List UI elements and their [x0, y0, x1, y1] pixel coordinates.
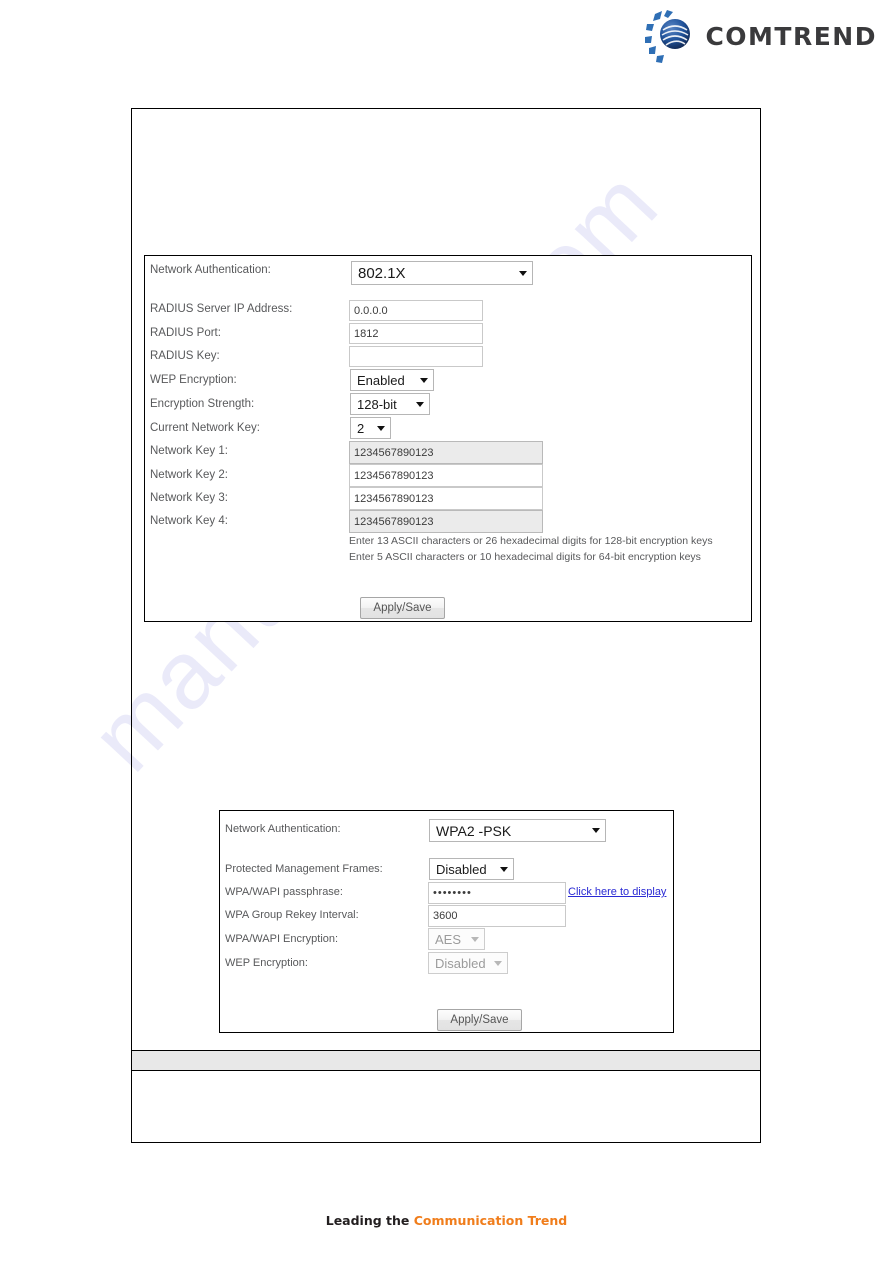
wpa2-wep-encryption-value: Disabled	[435, 955, 486, 971]
wep-encryption-row: WEP Encryption:	[150, 374, 237, 386]
apply-save-label: Apply/Save	[373, 602, 432, 614]
wpa-group-rekey-interval-input[interactable]: 3600	[428, 905, 566, 927]
network-key-2-label: Network Key 2:	[150, 469, 228, 481]
radius-server-ip-input[interactable]: 0.0.0.0	[349, 300, 483, 321]
chevron-down-icon	[494, 960, 502, 966]
wpa2-network-authentication-value: WPA2 -PSK	[436, 822, 512, 839]
protected-management-frames-value: Disabled	[436, 861, 487, 877]
wpa2-wep-encryption-row: WEP Encryption:	[225, 957, 308, 969]
network-key-4-label: Network Key 4:	[150, 515, 228, 527]
wpa-wapi-passphrase-value: ••••••••	[433, 887, 472, 899]
footer-lead-text: Leading the	[325, 1213, 414, 1228]
radius-key-row: RADIUS Key:	[150, 350, 220, 362]
network-key-4-value: 1234567890123	[354, 515, 434, 528]
network-key-3-value: 1234567890123	[354, 492, 434, 505]
chevron-down-icon	[416, 401, 424, 407]
radius-server-ip-label: RADIUS Server IP Address:	[150, 303, 293, 315]
network-authentication-select[interactable]: 802.1X	[351, 261, 533, 285]
encryption-hint-128bit: Enter 13 ASCII characters or 26 hexadeci…	[349, 535, 713, 547]
protected-management-frames-row: Protected Management Frames:	[225, 863, 383, 875]
chevron-down-icon	[519, 270, 527, 276]
network-authentication-value: 802.1X	[358, 264, 406, 282]
network-key-3-label: Network Key 3:	[150, 492, 228, 504]
comtrend-wordmark: COMTREND	[705, 21, 877, 51]
network-key-1-value: 1234567890123	[354, 446, 434, 459]
manual-page: manualshive.com	[0, 0, 893, 1263]
current-network-key-label: Current Network Key:	[150, 422, 260, 434]
network-key-3-input[interactable]: 1234567890123	[349, 487, 543, 510]
network-authentication-802-1x-panel: Network Authentication: 802.1X RADIUS Se…	[144, 255, 752, 622]
chevron-down-icon	[377, 425, 385, 431]
comtrend-globe-icon	[643, 8, 699, 66]
wpa-group-rekey-interval-value: 3600	[433, 910, 458, 922]
wpa-wapi-passphrase-row: WPA/WAPI passphrase:	[225, 886, 343, 898]
wpa2-network-authentication-label: Network Authentication:	[225, 823, 341, 835]
chevron-down-icon	[592, 828, 600, 833]
wep-encryption-label: WEP Encryption:	[150, 374, 237, 386]
wpa-wapi-encryption-row: WPA/WAPI Encryption:	[225, 933, 338, 945]
network-key-4-row: Network Key 4:	[150, 515, 228, 527]
network-key-2-value: 1234567890123	[354, 469, 434, 482]
chevron-down-icon	[500, 866, 508, 872]
radius-key-label: RADIUS Key:	[150, 350, 220, 362]
wpa-wapi-passphrase-label: WPA/WAPI passphrase:	[225, 886, 343, 898]
wpa-wapi-encryption-label: WPA/WAPI Encryption:	[225, 933, 339, 945]
click-here-to-display-link[interactable]: Click here to display	[568, 886, 666, 898]
radius-port-value: 1812	[354, 327, 379, 340]
wpa2-network-authentication-row: Network Authentication:	[225, 823, 341, 835]
encryption-strength-value: 128-bit	[357, 396, 397, 412]
encryption-strength-row: Encryption Strength:	[150, 398, 254, 410]
page-footer-tagline: Leading the Communication Trend	[0, 1213, 893, 1228]
protected-management-frames-label: Protected Management Frames:	[225, 863, 383, 875]
wpa-wapi-encryption-select[interactable]: AES	[428, 928, 485, 950]
footer-accent-trend: Trend	[527, 1213, 568, 1228]
network-key-1-row: Network Key 1:	[150, 445, 228, 457]
radius-port-row: RADIUS Port:	[150, 327, 221, 339]
wep-encryption-value: Enabled	[357, 372, 405, 388]
wpa-group-rekey-interval-label: WPA Group Rekey Interval:	[225, 909, 359, 921]
network-key-1-input[interactable]: 1234567890123	[349, 441, 543, 464]
network-authentication-label: Network Authentication:	[150, 264, 271, 276]
frame-section-divider	[132, 1050, 760, 1071]
footer-accent-communication: Communication	[413, 1213, 524, 1228]
radius-key-input[interactable]	[349, 346, 483, 367]
network-authentication-wpa2-psk-panel: Network Authentication: WPA2 -PSK Protec…	[219, 810, 674, 1033]
network-key-3-row: Network Key 3:	[150, 492, 228, 504]
wpa2-wep-encryption-select[interactable]: Disabled	[428, 952, 508, 974]
radius-server-ip-row: RADIUS Server IP Address:	[150, 303, 292, 315]
radius-server-ip-value: 0.0.0.0	[354, 304, 388, 317]
comtrend-logo: COMTREND	[643, 8, 877, 66]
wep-encryption-select[interactable]: Enabled	[350, 369, 434, 391]
current-network-key-select[interactable]: 2	[350, 417, 391, 439]
protected-management-frames-select[interactable]: Disabled	[429, 858, 514, 880]
wpa2-apply-save-label: Apply/Save	[450, 1014, 509, 1026]
encryption-strength-select[interactable]: 128-bit	[350, 393, 430, 415]
wpa-wapi-passphrase-input[interactable]: ••••••••	[428, 882, 566, 904]
network-key-2-input[interactable]: 1234567890123	[349, 464, 543, 487]
chevron-down-icon	[420, 377, 428, 383]
network-key-4-input[interactable]: 1234567890123	[349, 510, 543, 533]
network-authentication-row: Network Authentication:	[150, 264, 271, 276]
encryption-hint-64bit: Enter 5 ASCII characters or 10 hexadecim…	[349, 551, 701, 563]
wpa2-network-authentication-select[interactable]: WPA2 -PSK	[429, 819, 606, 842]
radius-port-input[interactable]: 1812	[349, 323, 483, 344]
apply-save-button[interactable]: Apply/Save	[360, 597, 445, 619]
network-key-1-label: Network Key 1:	[150, 445, 228, 457]
network-key-2-row: Network Key 2:	[150, 469, 228, 481]
current-network-key-value: 2	[357, 420, 365, 436]
wpa-wapi-encryption-value: AES	[435, 931, 462, 947]
wpa2-apply-save-button[interactable]: Apply/Save	[437, 1009, 522, 1031]
wpa2-wep-encryption-label: WEP Encryption:	[225, 957, 308, 969]
encryption-strength-label: Encryption Strength:	[150, 398, 255, 410]
chevron-down-icon	[471, 936, 479, 942]
wpa-group-rekey-interval-row: WPA Group Rekey Interval:	[225, 909, 359, 921]
radius-port-label: RADIUS Port:	[150, 327, 221, 339]
current-network-key-row: Current Network Key:	[150, 422, 260, 434]
